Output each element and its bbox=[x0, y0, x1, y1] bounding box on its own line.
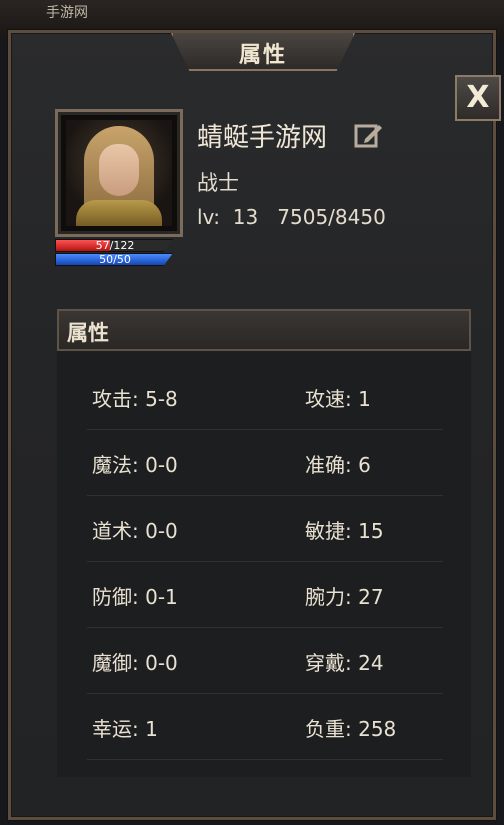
stat-wear: 穿戴: 24 bbox=[305, 651, 384, 675]
character-level: lv: 13 7505/8450 bbox=[197, 205, 386, 229]
section-title: 属性 bbox=[67, 321, 109, 345]
stat-strength: 腕力: 27 bbox=[305, 585, 384, 609]
stat-luck: 幸运: 1 bbox=[92, 717, 158, 741]
stat-magic-defense: 魔御: 0-0 bbox=[92, 651, 178, 675]
panel-title: 属性 bbox=[238, 43, 287, 68]
stat-taoism: 道术: 0-0 bbox=[92, 519, 178, 543]
stat-row: 攻击: 5-8 攻速: 1 bbox=[87, 365, 443, 430]
character-class: 战士 bbox=[197, 171, 239, 195]
stat-accuracy: 准确: 6 bbox=[305, 453, 371, 477]
stat-row: 道术: 0-0 敏捷: 15 bbox=[87, 497, 443, 562]
close-button[interactable]: X bbox=[455, 75, 501, 121]
stat-magic: 魔法: 0-0 bbox=[92, 453, 178, 477]
mp-bar: 50/50 bbox=[55, 253, 173, 266]
avatar-face bbox=[99, 144, 139, 196]
mp-text: 50/50 bbox=[99, 253, 131, 266]
stat-defense: 防御: 0-1 bbox=[92, 585, 178, 609]
character-name: 蜻蜓手游网 bbox=[197, 123, 328, 153]
stat-agility: 敏捷: 15 bbox=[305, 519, 384, 543]
edit-icon[interactable] bbox=[353, 121, 383, 151]
hp-bar: 57/122 bbox=[55, 239, 173, 252]
avatar-frame bbox=[55, 109, 183, 237]
avatar-armor bbox=[76, 200, 162, 226]
close-icon: X bbox=[466, 80, 490, 115]
stat-row: 幸运: 1 负重: 258 bbox=[87, 695, 443, 760]
stat-attack: 攻击: 5-8 bbox=[92, 387, 178, 411]
attributes-panel: 属性 X 蜻蜓手游网 战士 lv: 13 7505/8450 57/122 50… bbox=[8, 30, 501, 820]
section-header: 属性 bbox=[57, 309, 471, 351]
stats-list: 攻击: 5-8 攻速: 1 魔法: 0-0 准确: 6 道术: 0-0 敏捷: … bbox=[57, 351, 471, 777]
avatar bbox=[66, 120, 172, 226]
stat-row: 魔法: 0-0 准确: 6 bbox=[87, 431, 443, 496]
stat-attack-speed: 攻速: 1 bbox=[305, 387, 371, 411]
hp-text: 57/122 bbox=[95, 239, 135, 252]
stat-row: 魔御: 0-0 穿戴: 24 bbox=[87, 629, 443, 694]
stat-weight: 负重: 258 bbox=[305, 717, 397, 741]
background-text: 手游网 bbox=[46, 5, 88, 21]
stat-row: 防御: 0-1 腕力: 27 bbox=[87, 563, 443, 628]
